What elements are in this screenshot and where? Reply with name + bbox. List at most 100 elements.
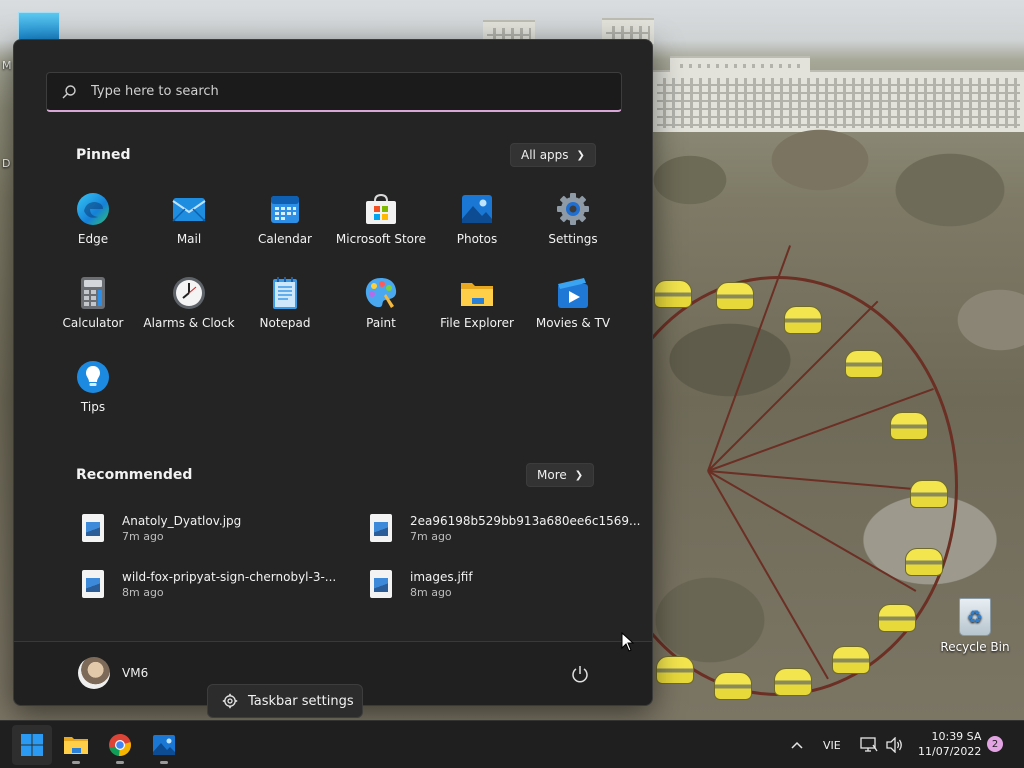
app-label: Settings (548, 232, 598, 246)
image-file-icon (82, 514, 104, 542)
pinned-app-paint[interactable]: Paint (333, 268, 429, 340)
wallpaper-gondola (714, 672, 752, 700)
desktop-icon-label-partial: M (2, 59, 12, 72)
clock-date: 11/07/2022 (918, 745, 982, 758)
pinned-app-file-explorer[interactable]: File Explorer (429, 268, 525, 340)
photos-icon (460, 192, 494, 226)
more-button[interactable]: More ❯ (526, 463, 595, 487)
folder-icon (63, 733, 89, 757)
app-label: File Explorer (440, 316, 514, 330)
wallpaper-gondola (654, 280, 692, 308)
windows-logo-icon (20, 733, 44, 757)
taskbar-photos[interactable] (144, 725, 184, 765)
recommended-file-time: 8m ago (122, 585, 164, 599)
pinned-app-settings[interactable]: Settings (525, 184, 621, 256)
pinned-app-calculator[interactable]: Calculator (45, 268, 141, 340)
recommended-item[interactable]: wild-fox-pripyat-sign-chernobyl-3-... 8m… (76, 564, 346, 604)
wallpaper-gondola (878, 604, 916, 632)
power-icon[interactable] (570, 664, 590, 684)
pinned-app-tips[interactable]: Tips (45, 352, 141, 424)
recommended-item[interactable]: Anatoly_Dyatlov.jpg 7m ago (76, 508, 346, 548)
user-avatar[interactable] (78, 657, 110, 689)
recommended-item[interactable]: images.jfif 8m ago (364, 564, 634, 604)
app-label: Paint (366, 316, 396, 330)
more-label: More (537, 468, 567, 482)
chrome-icon (108, 733, 132, 757)
taskbar-settings-label: Taskbar settings (248, 693, 354, 709)
notepad-icon (268, 276, 302, 310)
app-label: Calculator (62, 316, 124, 330)
pinned-app-microsoft-store[interactable]: Microsoft Store (333, 184, 429, 256)
pinned-app-photos[interactable]: Photos (429, 184, 525, 256)
photos-icon (152, 733, 176, 757)
recycle-bin[interactable]: ♻ Recycle Bin (940, 598, 1010, 654)
folder-icon (460, 276, 494, 310)
clock-time: 10:39 SA (931, 730, 982, 743)
desktop-icon-partial[interactable] (18, 12, 60, 40)
clock[interactable]: 10:39 SA 11/07/2022 (918, 729, 981, 759)
desktop-icon-label-partial: D (2, 157, 11, 170)
image-file-icon (370, 570, 392, 598)
clock-icon (172, 276, 206, 310)
image-file-icon (370, 514, 392, 542)
recommended-file-name: Anatoly_Dyatlov.jpg (122, 513, 242, 528)
volume-button[interactable] (886, 721, 904, 768)
network-icon (860, 737, 878, 753)
image-file-icon (82, 570, 104, 598)
running-indicator (72, 761, 80, 764)
paint-icon (364, 276, 398, 310)
app-label: Calendar (258, 232, 312, 246)
recommended-title: Recommended (76, 467, 193, 483)
wallpaper-gondola (832, 646, 870, 674)
search-box[interactable] (46, 72, 622, 112)
running-indicator (160, 761, 168, 764)
tips-icon (76, 360, 110, 394)
wallpaper-gondola (905, 548, 943, 576)
recommended-file-time: 8m ago (410, 585, 452, 599)
wallpaper-gondola (910, 480, 948, 508)
language-label: VIE (823, 738, 841, 752)
wallpaper-gondola (774, 668, 812, 696)
show-hidden-icons-button[interactable] (790, 721, 804, 768)
pinned-app-movies-tv[interactable]: Movies & TV (525, 268, 621, 340)
app-label: Photos (456, 232, 498, 246)
wallpaper-gondola (890, 412, 928, 440)
network-status-button[interactable] (860, 721, 878, 768)
search-input[interactable] (91, 84, 571, 99)
app-label: Notepad (259, 316, 311, 330)
app-label: Alarms & Clock (143, 316, 235, 330)
taskbar-file-explorer[interactable] (56, 725, 96, 765)
recommended-file-name: wild-fox-pripyat-sign-chernobyl-3-... (122, 569, 337, 584)
pinned-app-calendar[interactable]: Calendar (237, 184, 333, 256)
running-indicator (116, 761, 124, 764)
pinned-app-notepad[interactable]: Notepad (237, 268, 333, 340)
gear-icon (222, 693, 238, 709)
taskbar-chrome[interactable] (100, 725, 140, 765)
start-menu: Pinned All apps ❯ Edge Mail Calendar Mic… (13, 39, 653, 706)
movies-icon (556, 276, 590, 310)
edge-icon (76, 192, 110, 226)
notification-badge[interactable]: 2 (987, 736, 1003, 752)
wallpaper-gondola (784, 306, 822, 334)
start-button[interactable] (12, 725, 52, 765)
calendar-icon (268, 192, 302, 226)
pinned-app-alarms-clock[interactable]: Alarms & Clock (141, 268, 237, 340)
recommended-file-name: images.jfif (410, 569, 473, 584)
app-label: Tips (80, 400, 106, 414)
recommended-item[interactable]: 2ea96198b529bb913a680ee6c1569... 7m ago (364, 508, 640, 548)
input-language-indicator[interactable]: VIE (823, 721, 841, 768)
app-label: Edge (77, 232, 109, 246)
speaker-icon (886, 737, 904, 753)
mouse-cursor-icon (621, 632, 635, 652)
search-icon (61, 84, 77, 100)
pinned-title: Pinned (76, 147, 131, 163)
pinned-app-mail[interactable]: Mail (141, 184, 237, 256)
chevron-right-icon: ❯ (576, 149, 585, 161)
pinned-app-edge[interactable]: Edge (45, 184, 141, 256)
taskbar: VIE 10:39 SA 11/07/2022 (0, 720, 1024, 768)
taskbar-settings-menu-item[interactable]: Taskbar settings (207, 684, 363, 718)
mail-icon (172, 192, 206, 226)
user-name[interactable]: VM6 (122, 666, 148, 680)
chevron-up-icon (790, 740, 804, 750)
all-apps-button[interactable]: All apps ❯ (510, 143, 596, 167)
